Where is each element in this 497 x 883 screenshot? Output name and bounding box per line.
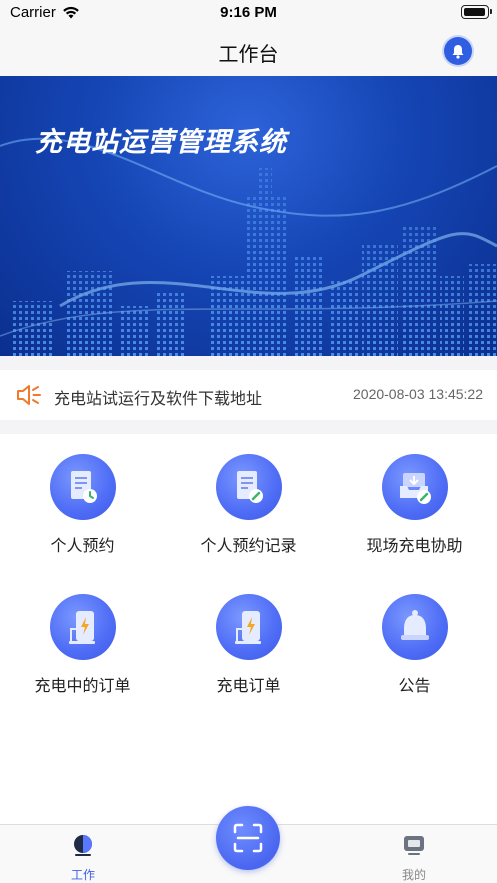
monitor-icon xyxy=(404,836,424,855)
battery-icon xyxy=(461,5,492,19)
scan-icon xyxy=(233,823,263,853)
tile-label: 公告 xyxy=(398,678,431,695)
tile-personal-reservation[interactable]: 个人预约 xyxy=(0,454,165,556)
scan-button[interactable] xyxy=(216,806,280,870)
charger-icon xyxy=(215,594,282,660)
document-clock-icon xyxy=(49,454,116,520)
tile-reservation-records[interactable]: 个人预约记录 xyxy=(166,454,331,556)
tile-label: 现场充电协助 xyxy=(366,538,463,555)
banner-title: 充电站运营管理系统 xyxy=(35,127,287,157)
bell-icon xyxy=(452,44,464,59)
tile-onsite-charging-help[interactable]: 现场充电协助 xyxy=(332,454,497,556)
document-edit-icon xyxy=(215,454,282,520)
tile-label: 个人预约 xyxy=(50,538,115,555)
announcement-bar[interactable]: 充电站试运行及软件下载地址 2020-08-03 13:45:22 xyxy=(0,370,497,420)
tab-label: 我的 xyxy=(401,868,426,882)
speaker-icon xyxy=(17,385,41,405)
tile-charging-orders[interactable]: 充电中的订单 xyxy=(0,594,165,696)
banner[interactable]: 充电站运营管理系统 xyxy=(0,76,497,356)
tile-announcements[interactable]: 公告 xyxy=(332,594,497,696)
tab-mine[interactable]: 我的 xyxy=(374,833,454,883)
charger-icon xyxy=(49,594,116,660)
tile-label: 充电订单 xyxy=(216,678,281,695)
status-bar: Carrier 9:16 PM xyxy=(0,0,497,26)
workbench-icon xyxy=(74,835,92,856)
city-skyline-illustration xyxy=(0,137,497,356)
tile-charge-orders[interactable]: 充电订单 xyxy=(166,594,331,696)
bell-icon xyxy=(381,594,448,660)
tile-label: 充电中的订单 xyxy=(34,678,131,695)
tray-edit-icon xyxy=(381,454,448,520)
announcement-timestamp: 2020-08-03 13:45:22 xyxy=(353,386,483,402)
page-title: 工作台 xyxy=(218,44,279,66)
tile-label: 个人预约记录 xyxy=(200,538,297,555)
tab-label: 工作 xyxy=(70,868,95,882)
clock: 9:16 PM xyxy=(220,4,277,21)
announcement-title: 充电站试运行及软件下载地址 xyxy=(54,391,263,408)
nav-bar: 工作台 xyxy=(0,26,497,76)
notification-button[interactable] xyxy=(444,37,472,65)
feature-grid: 个人预约 个人预约记录 现场充电协助 充电中的订单 充电订单 公告 xyxy=(0,434,497,824)
tab-work[interactable]: 工作 xyxy=(43,833,123,883)
